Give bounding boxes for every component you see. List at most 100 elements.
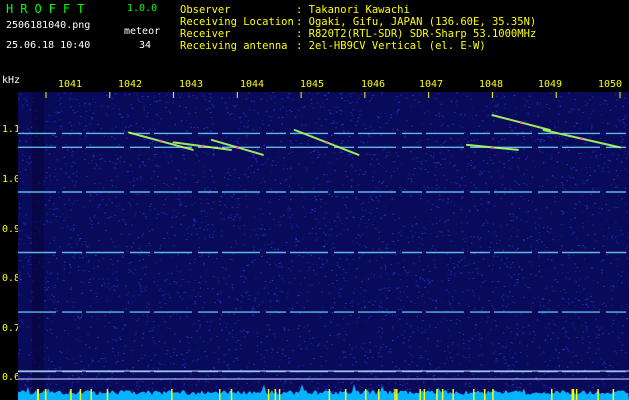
noise-speck — [50, 180, 52, 182]
noise-speck — [557, 126, 560, 128]
noise-speck — [403, 342, 405, 344]
noise-speck — [517, 281, 520, 283]
noise-speck — [440, 257, 443, 259]
noise-speck — [93, 131, 96, 133]
noise-speck — [561, 245, 563, 247]
noise-speck — [379, 356, 381, 358]
noise-speck — [84, 138, 86, 140]
noise-speck — [72, 161, 74, 163]
noise-speck — [98, 373, 100, 375]
noise-speck — [131, 390, 134, 392]
noise-speck — [262, 190, 264, 192]
noise-speck — [486, 321, 488, 323]
noise-speck — [478, 355, 481, 356]
noise-speck — [556, 281, 559, 283]
noise-speck — [156, 213, 158, 215]
noise-speck — [456, 105, 458, 107]
noise-speck — [386, 287, 388, 289]
noise-speck — [358, 174, 360, 175]
noise-speck — [169, 328, 171, 330]
noise-speck — [407, 241, 410, 243]
noise-speck — [480, 385, 482, 387]
noise-speck — [399, 252, 401, 254]
noise-speck — [103, 365, 105, 367]
noise-speck — [403, 337, 406, 339]
noise-speck — [582, 112, 584, 113]
noise-speck — [388, 312, 390, 314]
noise-speck — [542, 185, 544, 187]
noise-speck — [288, 185, 291, 187]
noise-speck — [362, 377, 365, 379]
noise-speck — [66, 225, 68, 227]
noise-speck — [453, 212, 455, 214]
noise-speck — [425, 350, 427, 352]
noise-speck — [363, 95, 365, 97]
noise-speck — [342, 184, 344, 186]
noise-speck — [104, 326, 106, 328]
noise-speck — [464, 138, 467, 140]
noise-speck — [444, 350, 446, 352]
noise-speck — [85, 344, 87, 346]
noise-speck — [90, 290, 92, 292]
noise-speck — [574, 203, 576, 204]
noise-speck — [395, 314, 398, 316]
noise-speck — [247, 264, 250, 266]
noise-speck — [575, 169, 577, 171]
noise-speck — [378, 248, 381, 250]
noise-speck — [297, 377, 299, 379]
noise-speck — [457, 374, 460, 376]
noise-speck — [433, 162, 436, 164]
noise-speck — [421, 105, 423, 106]
noise-speck — [370, 273, 373, 275]
noise-speck — [591, 361, 594, 363]
noise-speck — [449, 162, 451, 164]
noise-speck — [538, 185, 541, 187]
noise-speck — [207, 224, 210, 226]
noise-speck — [390, 117, 392, 119]
noise-speck — [272, 218, 275, 220]
noise-speck — [298, 184, 300, 186]
noise-speck — [131, 246, 133, 248]
noise-speck — [296, 302, 298, 304]
noise-speck — [47, 286, 50, 288]
noise-speck — [457, 205, 459, 207]
noise-speck — [234, 323, 236, 324]
noise-speck — [440, 103, 443, 105]
noise-speck — [115, 154, 117, 156]
noise-speck — [140, 291, 143, 292]
noise-speck — [29, 131, 31, 133]
noise-speck — [418, 94, 420, 96]
noise-speck — [482, 282, 484, 283]
noise-speck — [348, 263, 351, 265]
noise-speck — [237, 320, 240, 321]
echo-peak — [159, 139, 163, 143]
noise-speck — [397, 318, 400, 320]
noise-speck — [589, 167, 592, 168]
noise-speck — [291, 151, 293, 153]
noise-speck — [426, 265, 429, 267]
noise-speck — [126, 114, 128, 116]
noise-speck — [564, 374, 566, 376]
noise-speck — [278, 275, 281, 277]
noise-speck — [26, 98, 28, 100]
noise-speck — [248, 362, 251, 364]
noise-speck — [187, 189, 189, 191]
noise-speck — [193, 323, 195, 325]
noise-speck — [153, 145, 155, 147]
noise-speck — [162, 295, 164, 297]
noise-speck — [63, 219, 65, 221]
noise-speck — [447, 346, 449, 348]
noise-speck — [191, 233, 193, 235]
noise-speck — [27, 272, 29, 274]
noise-speck — [451, 296, 454, 298]
noise-speck — [611, 289, 614, 291]
noise-speck — [390, 264, 392, 266]
noise-speck — [387, 383, 390, 385]
noise-speck — [432, 157, 434, 159]
noise-speck — [364, 245, 366, 247]
noise-speck — [29, 275, 31, 277]
noise-speck — [102, 353, 104, 354]
noise-speck — [85, 125, 87, 127]
noise-speck — [342, 129, 345, 131]
noise-speck — [237, 299, 239, 301]
